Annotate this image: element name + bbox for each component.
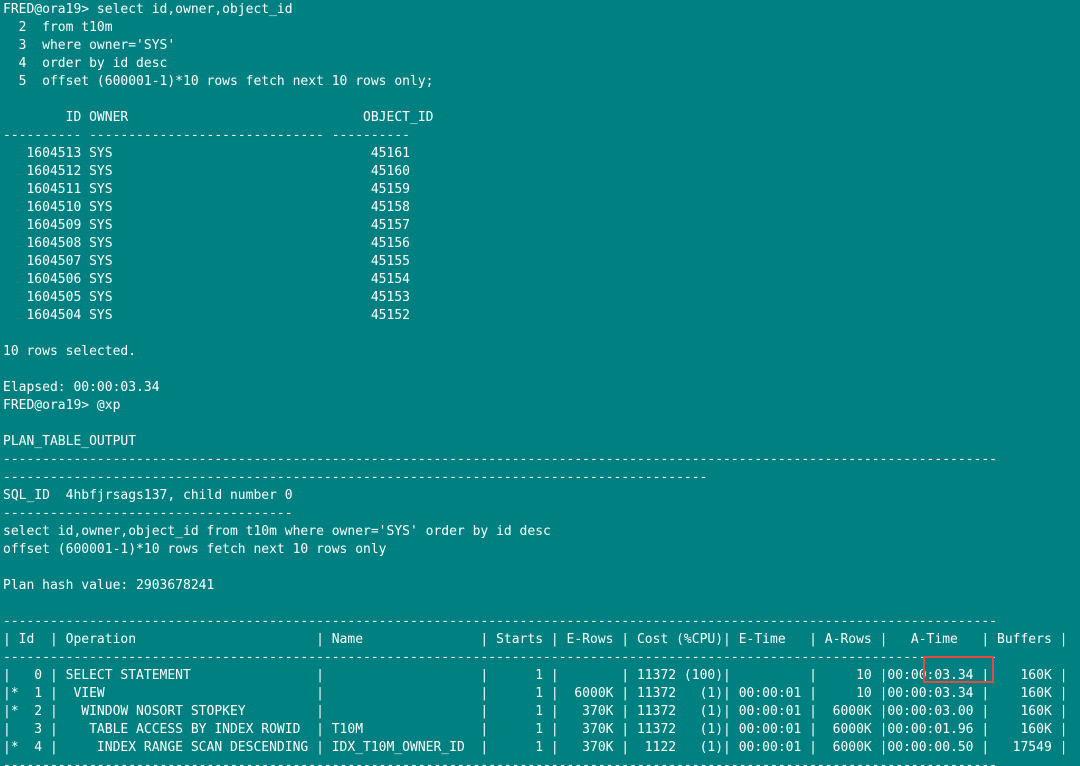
sql-id-separator: -------------------------------------: [3, 506, 293, 521]
result-row: 1604508 SYS 45156: [3, 236, 410, 251]
plan-row: |* 1 | VIEW | | 1 | 6000K | 11372 (1)| 0…: [3, 686, 1068, 701]
plan-separator: ----------------------------------------…: [3, 452, 997, 467]
plan-table-border: ----------------------------------------…: [3, 758, 997, 766]
result-separator: ---------- -----------------------------…: [3, 128, 410, 143]
rows-selected-message: 10 rows selected.: [3, 344, 137, 359]
result-row: 1604511 SYS 45159: [3, 182, 410, 197]
sql-continuation-line: 4 order by id desc: [3, 56, 168, 71]
plan-separator: ----------------------------------------…: [3, 470, 708, 485]
result-row: 1604506 SYS 45154: [3, 272, 410, 287]
plan-hash-value: Plan hash value: 2903678241: [3, 578, 215, 593]
plan-row: |* 4 | INDEX RANGE SCAN DESCENDING | IDX…: [3, 740, 1068, 755]
plan-row: | 3 | TABLE ACCESS BY INDEX ROWID | T10M…: [3, 722, 1068, 737]
result-row: 1604505 SYS 45153: [3, 290, 410, 305]
terminal-window[interactable]: FRED@ora19> select id,owner,object_id 2 …: [0, 0, 1080, 766]
result-header: ID OWNER OBJECT_ID: [3, 110, 434, 125]
result-row: 1604510 SYS 45158: [3, 200, 410, 215]
plan-sql-text: offset (600001-1)*10 rows fetch next 10 …: [3, 542, 387, 557]
plan-sql-text: select id,owner,object_id from t10m wher…: [3, 524, 551, 539]
prompt-line: FRED@ora19> @xp: [3, 398, 121, 413]
plan-table-header: | Id | Operation | Name | Starts | E-Row…: [3, 632, 1068, 647]
sql-id-line: SQL_ID 4hbfjrsags137, child number 0: [3, 488, 293, 503]
result-row: 1604507 SYS 45155: [3, 254, 410, 269]
sql-continuation-line: 5 offset (600001-1)*10 rows fetch next 1…: [3, 74, 434, 89]
plan-row: | 0 | SELECT STATEMENT | | 1 | | 11372 (…: [3, 668, 1068, 683]
result-row: 1604509 SYS 45157: [3, 218, 410, 233]
sql-continuation-line: 3 where owner='SYS': [3, 38, 176, 53]
result-row: 1604512 SYS 45160: [3, 164, 410, 179]
result-row: 1604504 SYS 45152: [3, 308, 410, 323]
sql-continuation-line: 2 from t10m: [3, 20, 113, 35]
elapsed-time: Elapsed: 00:00:03.34: [3, 380, 160, 395]
plan-table-output-heading: PLAN_TABLE_OUTPUT: [3, 434, 137, 449]
prompt-line: FRED@ora19> select id,owner,object_id: [3, 2, 293, 17]
plan-table-border: ----------------------------------------…: [3, 614, 997, 629]
terminal-output: FRED@ora19> select id,owner,object_id 2 …: [3, 1, 1067, 766]
plan-row: |* 2 | WINDOW NOSORT STOPKEY | | 1 | 370…: [3, 704, 1068, 719]
result-row: 1604513 SYS 45161: [3, 146, 410, 161]
plan-table-border: ----------------------------------------…: [3, 650, 997, 665]
